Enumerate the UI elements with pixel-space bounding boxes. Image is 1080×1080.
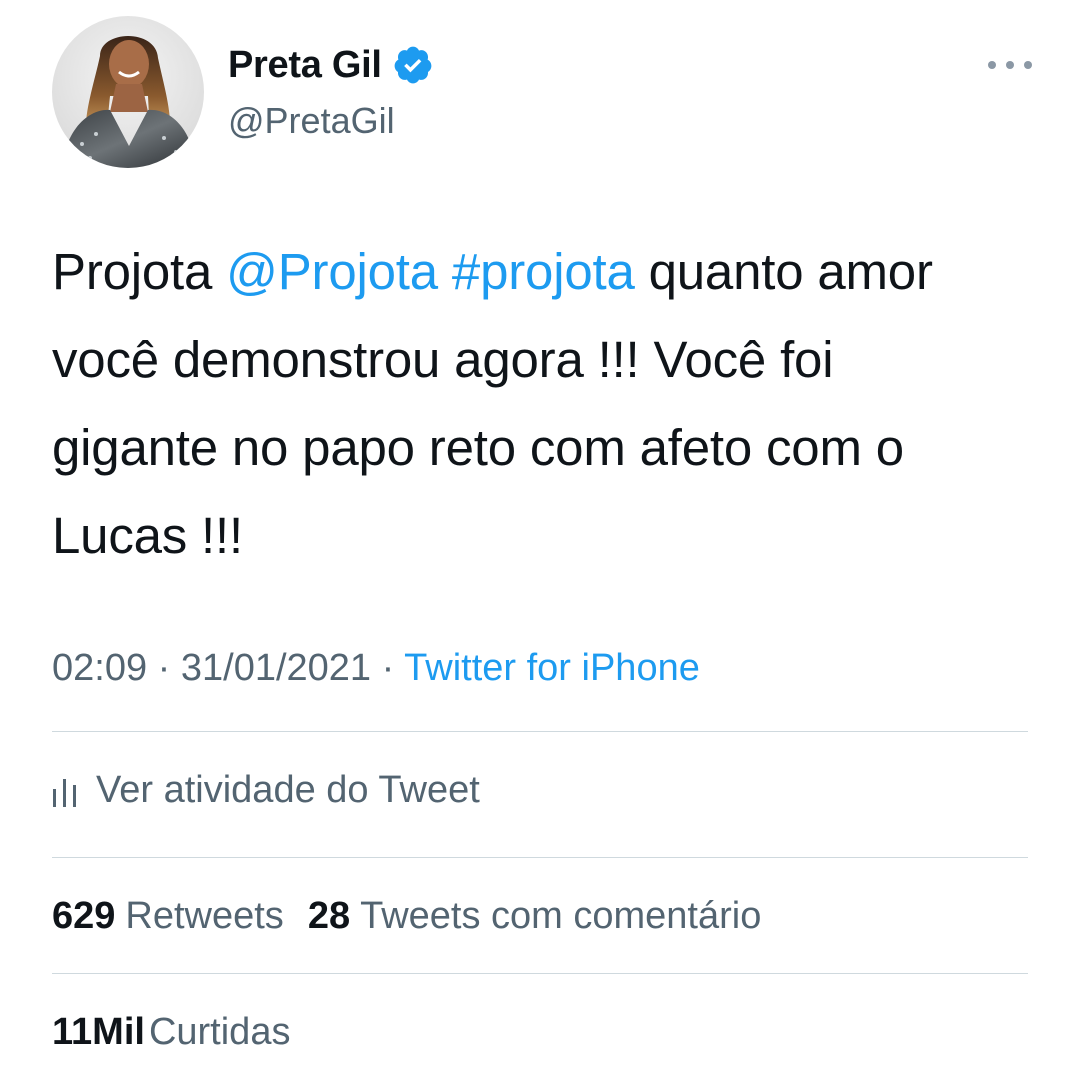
view-tweet-activity-label: Ver atividade do Tweet: [96, 768, 480, 811]
quote-tweets-label: Tweets com comentário: [360, 894, 762, 937]
tweet-meta: 02:09 · 31/01/2021 · Twitter for iPhone: [52, 640, 700, 696]
meta-separator: ·: [147, 647, 181, 689]
verified-badge-icon: [394, 46, 431, 84]
tweet-text-start: Projota: [52, 243, 227, 300]
more-dot-icon: [1006, 61, 1014, 69]
profile-photo: [52, 16, 204, 168]
more-dot-icon: [988, 61, 996, 69]
likes-stats-row: 11Mil Curtidas: [52, 1004, 290, 1060]
quote-tweets-stat[interactable]: 28 Tweets com comentário: [308, 895, 762, 938]
display-name[interactable]: Preta Gil: [228, 40, 382, 90]
likes-label: Curtidas: [148, 1010, 291, 1053]
retweets-stat[interactable]: 629 Retweets: [52, 895, 284, 938]
divider: [52, 857, 1028, 858]
tweet-time[interactable]: 02:09: [52, 647, 147, 689]
mention-link[interactable]: @Projota: [226, 243, 438, 300]
tweet-date[interactable]: 31/01/2021: [181, 647, 371, 689]
more-options-button[interactable]: [988, 50, 1032, 80]
hashtag-link[interactable]: #projota: [452, 243, 635, 300]
likes-count: 11Mil: [52, 1010, 145, 1053]
likes-stat[interactable]: 11Mil Curtidas: [52, 1011, 290, 1054]
retweets-count: 629: [52, 894, 116, 937]
tweet-text: Projota @Projota #projota quanto amor vo…: [52, 228, 1012, 580]
meta-separator: ·: [371, 647, 405, 689]
author-handle[interactable]: @PretaGil: [228, 96, 395, 146]
quote-tweets-count: 28: [307, 894, 351, 937]
avatar[interactable]: [52, 16, 204, 168]
retweets-label: Retweets: [125, 894, 284, 937]
more-dot-icon: [1024, 61, 1032, 69]
retweet-stats-row: 629 Retweets 28 Tweets com comentário: [52, 888, 761, 944]
divider: [52, 731, 1028, 732]
tweet-text-space: [438, 243, 452, 300]
tweet-source-link[interactable]: Twitter for iPhone: [404, 647, 700, 689]
author-name-row[interactable]: Preta Gil: [228, 40, 434, 90]
analytics-icon: [53, 779, 76, 807]
divider: [52, 973, 1028, 974]
view-tweet-activity-button[interactable]: Ver atividade do Tweet: [52, 762, 480, 818]
